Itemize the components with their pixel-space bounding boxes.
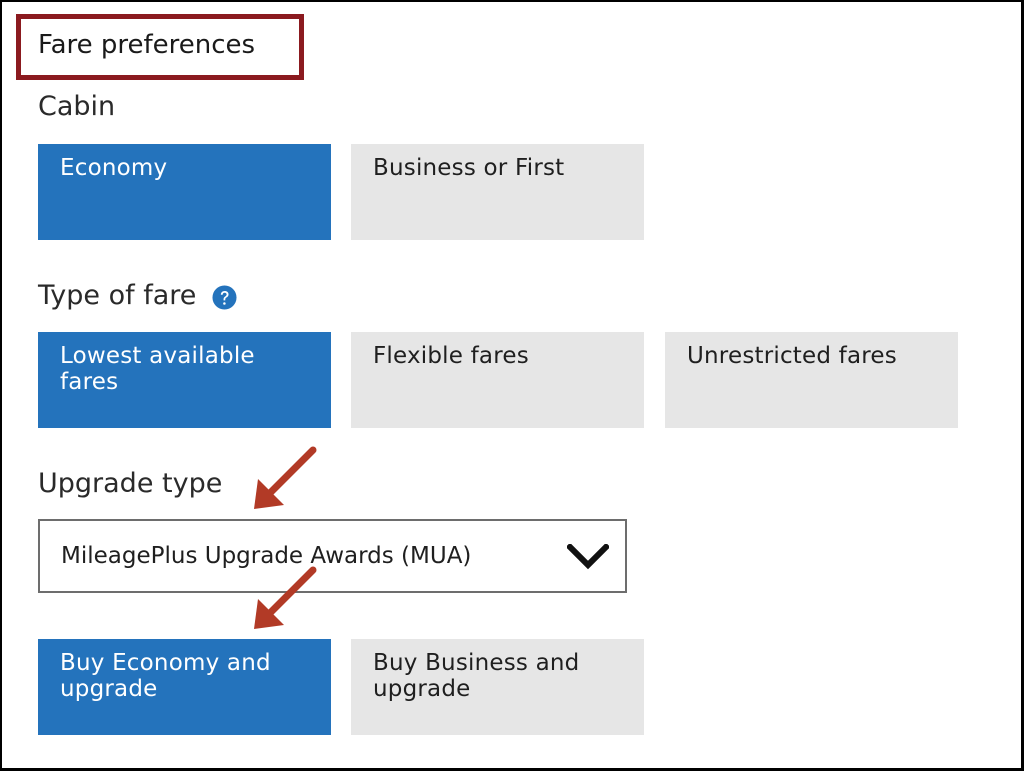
fare-option-lowest[interactable]: Lowest available fares [38, 332, 331, 428]
fare-option-unrestricted[interactable]: Unrestricted fares [665, 332, 958, 428]
upgrade-option-buy-economy[interactable]: Buy Economy and upgrade [38, 639, 331, 735]
cabin-option-economy[interactable]: Economy [38, 144, 331, 240]
fare-option-flexible[interactable]: Flexible fares [351, 332, 644, 428]
upgrade-option-buy-business[interactable]: Buy Business and upgrade [351, 639, 644, 735]
cabin-label: Cabin [38, 91, 116, 122]
page-title: Fare preferences [38, 30, 256, 60]
annotation-arrow-icon [254, 446, 317, 509]
chevron-down-icon [567, 544, 609, 570]
fare-type-label: Type of fare [38, 280, 197, 311]
annotation-arrow-icon [254, 566, 317, 629]
upgrade-type-dropdown[interactable]: MileagePlus Upgrade Awards (MUA) [38, 519, 627, 593]
cabin-option-business-first[interactable]: Business or First [351, 144, 644, 240]
question-circle-icon[interactable] [212, 285, 237, 310]
upgrade-type-label: Upgrade type [38, 468, 223, 499]
